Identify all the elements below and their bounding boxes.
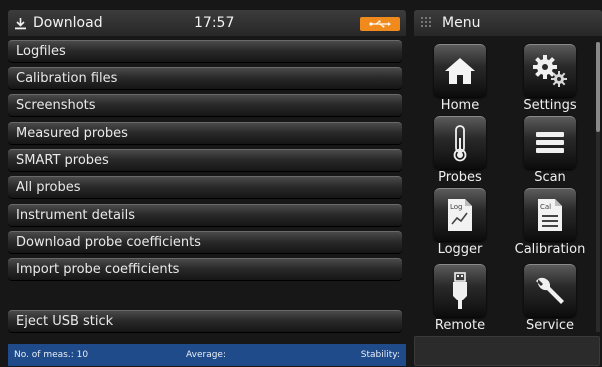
download-icon	[15, 17, 26, 29]
usb-plug-icon	[453, 272, 467, 309]
menu-titlebar: Menu	[414, 10, 602, 36]
probes-button[interactable]	[434, 116, 486, 169]
remote-button[interactable]	[434, 264, 486, 317]
calibration-icon-text: Cal	[540, 203, 551, 211]
logger-label: Logger	[437, 242, 483, 257]
download-title-wrap: Download	[14, 15, 103, 31]
calibration-button[interactable]: Cal	[524, 188, 576, 241]
page-title: Download	[33, 15, 103, 31]
menu-tile-probes[interactable]: Probes	[420, 116, 500, 186]
gears-icon	[533, 55, 567, 87]
menu-tile-remote[interactable]: Remote	[420, 264, 500, 334]
menu-tile-logger[interactable]: Log Logger	[420, 188, 500, 258]
list-item-download-probe-coefficients[interactable]: Download probe coefficients	[8, 231, 402, 253]
service-button[interactable]	[524, 264, 576, 317]
clock: 17:57	[194, 15, 235, 31]
scan-button[interactable]	[524, 116, 576, 169]
list-item-screenshots[interactable]: Screenshots	[8, 94, 402, 116]
calibration-label: Calibration	[514, 242, 586, 257]
usb-icon	[369, 20, 391, 28]
list-item-logfiles[interactable]: Logfiles	[8, 40, 402, 62]
settings-label: Settings	[523, 98, 577, 113]
list-item-all-probes[interactable]: All probes	[8, 176, 402, 198]
status-bar: No. of meas.: 10 Average: Stability:	[8, 344, 406, 366]
scan-list-icon	[536, 132, 564, 153]
probes-label: Probes	[438, 170, 482, 185]
home-icon	[445, 58, 475, 84]
logger-icon-text: Log	[450, 203, 463, 211]
grip-icon	[421, 17, 431, 27]
meas-count: No. of meas.: 10	[14, 350, 89, 360]
list-item-smart-probes[interactable]: SMART probes	[8, 149, 402, 171]
settings-button[interactable]	[524, 44, 576, 97]
home-label: Home	[440, 98, 480, 113]
list-item-measured-probes[interactable]: Measured probes	[8, 122, 402, 144]
eject-usb-button[interactable]: Eject USB stick	[8, 310, 402, 332]
logger-document-icon: Log	[448, 199, 472, 231]
service-label: Service	[525, 318, 575, 333]
menu-tile-scan[interactable]: Scan	[510, 116, 590, 186]
screen: Download 17:57 Logfiles Calibration file…	[0, 0, 602, 367]
menu-tile-service[interactable]: Service	[510, 264, 590, 334]
scan-label: Scan	[534, 170, 566, 185]
download-titlebar: Download 17:57	[8, 10, 406, 36]
list-item-instrument-details[interactable]: Instrument details	[8, 204, 402, 226]
home-button[interactable]	[434, 44, 486, 97]
wrench-icon	[536, 277, 564, 304]
menu-tile-home[interactable]: Home	[420, 44, 500, 114]
calibration-document-icon: Cal	[538, 199, 562, 231]
thermometer-icon	[453, 125, 467, 162]
remote-label: Remote	[434, 318, 486, 333]
logger-button[interactable]: Log	[434, 188, 486, 241]
menu-scroll-thumb[interactable]	[596, 42, 600, 132]
menu-tile-calibration[interactable]: Cal Calibration	[510, 188, 590, 258]
average-label: Average:	[186, 350, 226, 360]
list-item-import-probe-coefficients[interactable]: Import probe coefficients	[8, 258, 402, 280]
menu-scrollbar[interactable]	[596, 42, 600, 332]
stability-label: Stability:	[360, 350, 400, 360]
usb-status-badge	[360, 17, 400, 31]
download-panel: Download 17:57 Logfiles Calibration file…	[8, 10, 406, 366]
list-item-calibration-files[interactable]: Calibration files	[8, 67, 402, 89]
menu-tile-settings[interactable]: Settings	[510, 44, 590, 114]
menu-title: Menu	[442, 15, 481, 31]
menu-bottom-panel	[414, 336, 600, 366]
menu-panel: Menu Home Settings Probes Scan Log Logge…	[414, 10, 602, 366]
